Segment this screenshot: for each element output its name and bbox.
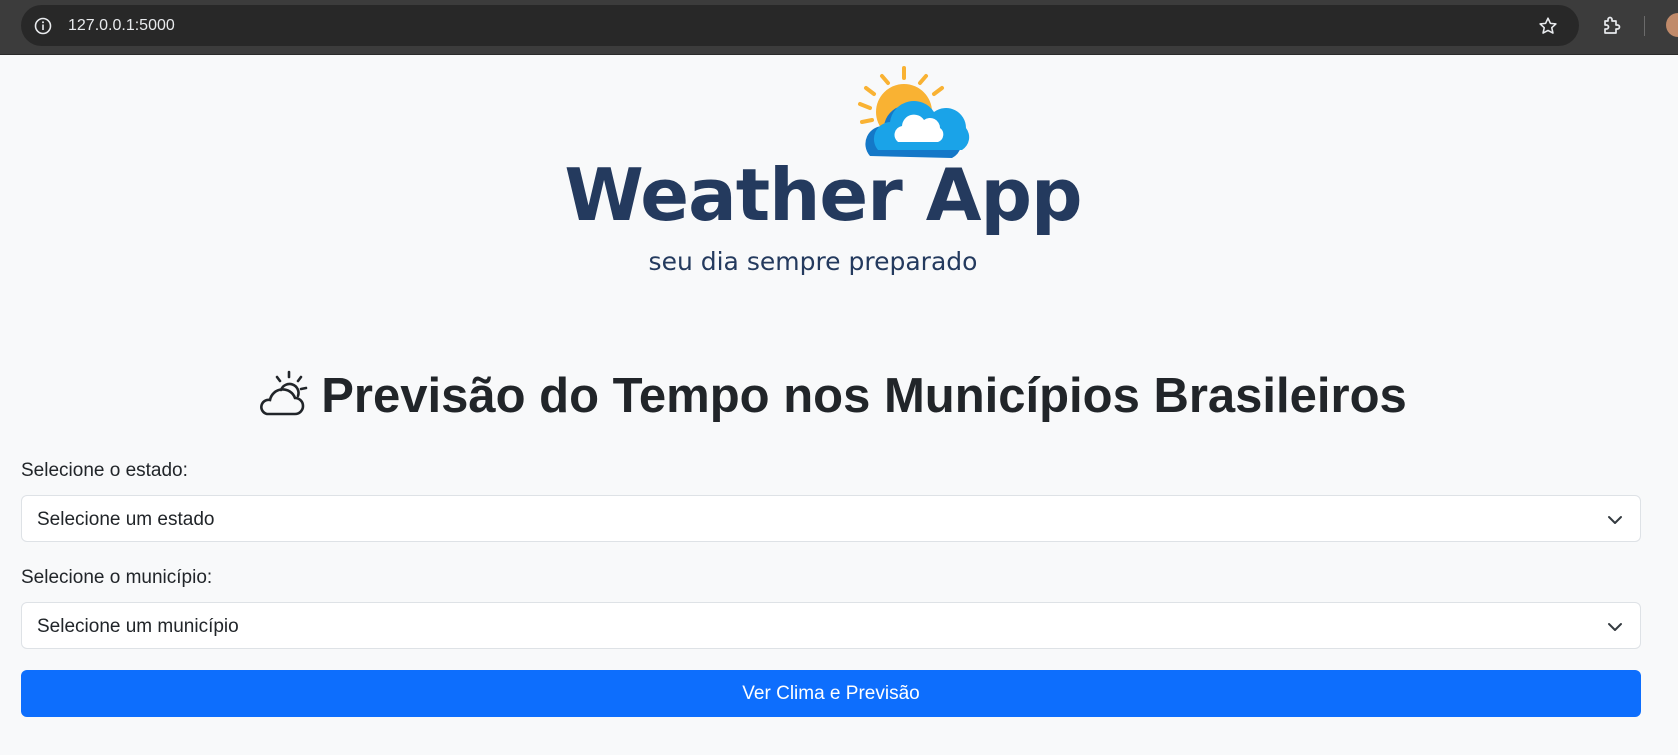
page-title: Previsão do Tempo nos Municípios Brasile…: [0, 366, 1664, 426]
logo-tagline: seu dia sempre preparado: [648, 247, 978, 276]
page-title-text: Previsão do Tempo nos Municípios Brasile…: [321, 369, 1407, 423]
extensions-puzzle-icon[interactable]: [1600, 13, 1624, 37]
logo-title: Weather App: [564, 153, 1082, 237]
chevron-down-icon: [1608, 623, 1622, 631]
profile-avatar[interactable]: [1666, 13, 1678, 37]
state-select[interactable]: Selecione um estado: [21, 495, 1641, 542]
city-label: Selecione o município:: [21, 567, 213, 588]
submit-button[interactable]: Ver Clima e Previsão: [21, 670, 1641, 717]
toolbar-divider: [1644, 16, 1645, 36]
cloud-sun-icon: [260, 370, 308, 416]
info-icon[interactable]: [33, 16, 53, 36]
browser-toolbar: 127.0.0.1:5000: [0, 0, 1678, 55]
address-bar[interactable]: 127.0.0.1:5000: [21, 5, 1579, 46]
bookmark-star-icon[interactable]: [1537, 15, 1559, 37]
state-label: Selecione o estado:: [21, 460, 188, 481]
state-select-value: Selecione um estado: [37, 509, 215, 530]
url-text[interactable]: 127.0.0.1:5000: [68, 16, 175, 36]
city-select[interactable]: Selecione um município: [21, 602, 1641, 649]
city-select-value: Selecione um município: [37, 616, 239, 637]
chevron-down-icon: [1608, 516, 1622, 524]
